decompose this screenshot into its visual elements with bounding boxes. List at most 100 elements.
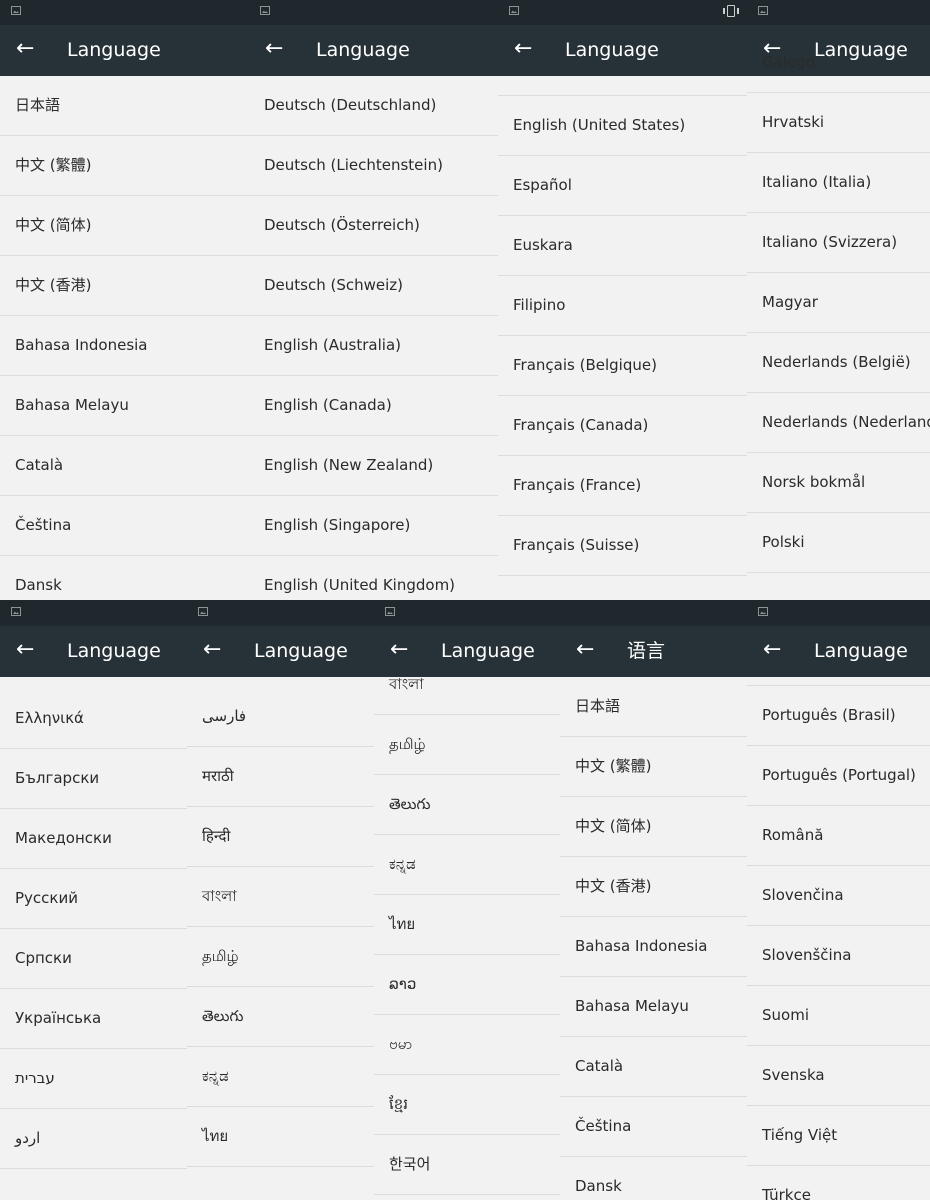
language-label: Galego <box>762 53 815 71</box>
language-item[interactable]: தமிழ் <box>187 927 374 987</box>
language-label: 中文 (繁體) <box>15 156 92 174</box>
language-item[interactable]: Deutsch (Deutschland) <box>249 76 498 136</box>
language-item[interactable]: Svenska <box>747 1046 930 1106</box>
language-item[interactable]: Português (Brasil) <box>747 686 930 746</box>
language-item[interactable]: فارسی <box>187 687 374 747</box>
language-label: اردو <box>15 1129 41 1147</box>
language-label: Русский <box>15 889 78 907</box>
language-item[interactable]: 中文 (简体) <box>0 196 249 256</box>
back-arrow-icon[interactable]: ← <box>16 36 34 62</box>
back-arrow-icon[interactable]: ← <box>16 637 34 663</box>
language-item[interactable]: ಕನ್ನಡ <box>187 1047 374 1107</box>
language-item[interactable]: తెలుగు <box>187 987 374 1047</box>
language-label: Português (Brasil) <box>762 706 896 724</box>
language-item[interactable]: Dansk <box>560 1157 747 1200</box>
language-item[interactable]: Русский <box>0 869 187 929</box>
language-item[interactable]: Filipino <box>498 276 747 336</box>
language-item[interactable]: Português (Portugal) <box>747 746 930 806</box>
language-item[interactable]: Polski <box>747 513 930 573</box>
language-item[interactable]: 中文 (香港) <box>0 256 249 316</box>
language-item[interactable]: Français (Suisse) <box>498 516 747 576</box>
language-item[interactable]: Italiano (Svizzera) <box>747 213 930 273</box>
language-label: हिन्दी <box>202 827 231 845</box>
language-item[interactable]: Euskara <box>498 216 747 276</box>
language-item[interactable]: ಕನ್ನಡ <box>374 835 560 895</box>
language-item[interactable]: English (United Kingdom) <box>249 556 498 600</box>
language-item[interactable]: Македонски <box>0 809 187 869</box>
language-item[interactable]: Български <box>0 749 187 809</box>
language-item[interactable]: ไทย <box>187 1107 374 1167</box>
language-item[interactable]: 日本語 <box>0 76 249 136</box>
back-arrow-icon[interactable]: ← <box>265 36 283 62</box>
language-item[interactable]: Français (Belgique) <box>498 336 747 396</box>
language-item[interactable] <box>747 626 930 686</box>
language-item[interactable]: Čeština <box>0 496 249 556</box>
language-item[interactable]: اردو <box>0 1109 187 1169</box>
language-item[interactable]: Français (France) <box>498 456 747 516</box>
status-bar <box>249 0 498 25</box>
language-item[interactable]: Català <box>560 1037 747 1097</box>
language-item[interactable]: ລາວ <box>374 955 560 1015</box>
language-item[interactable]: Hrvatski <box>747 93 930 153</box>
language-item[interactable]: Català <box>0 436 249 496</box>
language-label: Nederlands (Nederland) <box>762 413 930 431</box>
language-item[interactable]: Bahasa Indonesia <box>0 316 249 376</box>
language-item[interactable]: ខ្មែរ <box>374 1075 560 1135</box>
language-item[interactable]: English (Canada) <box>249 376 498 436</box>
language-item[interactable]: 한국어 <box>374 1135 560 1195</box>
language-item[interactable]: 中文 (繁體) <box>560 737 747 797</box>
language-item[interactable]: मराठी <box>187 747 374 807</box>
language-item[interactable]: 中文 (繁體) <box>0 136 249 196</box>
language-label: తెలుగు <box>202 1007 244 1025</box>
language-item[interactable]: Deutsch (Liechtenstein) <box>249 136 498 196</box>
language-item[interactable] <box>498 36 747 96</box>
language-item[interactable]: Nederlands (Nederland) <box>747 393 930 453</box>
language-item[interactable]: Français (Canada) <box>498 396 747 456</box>
language-item[interactable]: Türkçe <box>747 1166 930 1200</box>
language-item[interactable]: 日本語 <box>560 677 747 737</box>
language-item[interactable]: Čeština <box>560 1097 747 1157</box>
language-item[interactable]: Română <box>747 806 930 866</box>
language-label: 日本語 <box>15 96 61 114</box>
language-item[interactable]: Slovenčina <box>747 866 930 926</box>
language-item[interactable]: Bahasa Indonesia <box>560 917 747 977</box>
language-item[interactable]: தமிழ் <box>374 715 560 775</box>
language-label: 中文 (简体) <box>15 216 92 234</box>
language-item[interactable]: Bahasa Melayu <box>0 376 249 436</box>
language-item[interactable]: Dansk <box>0 556 249 600</box>
language-item[interactable]: తెలుగు <box>374 775 560 835</box>
language-item[interactable]: Tiếng Việt <box>747 1106 930 1166</box>
language-item[interactable]: Galego <box>747 33 930 93</box>
language-item[interactable]: Српски <box>0 929 187 989</box>
language-item[interactable]: हिन्दी <box>187 807 374 867</box>
language-item[interactable]: Suomi <box>747 986 930 1046</box>
back-arrow-icon[interactable]: ← <box>203 637 221 663</box>
back-arrow-icon[interactable]: ← <box>576 637 594 663</box>
language-item[interactable]: Italiano (Italia) <box>747 153 930 213</box>
page-title: Language <box>67 39 161 61</box>
language-item[interactable]: ဗမာ <box>374 1015 560 1075</box>
language-item[interactable]: English (New Zealand) <box>249 436 498 496</box>
language-item[interactable]: Bahasa Melayu <box>560 977 747 1037</box>
status-bar <box>0 0 249 25</box>
language-item[interactable]: Nederlands (België) <box>747 333 930 393</box>
language-item[interactable]: Norsk bokmål <box>747 453 930 513</box>
language-item[interactable]: 中文 (简体) <box>560 797 747 857</box>
language-item[interactable]: Ελληνικά <box>0 689 187 749</box>
language-item[interactable]: Español <box>498 156 747 216</box>
language-item[interactable]: Deutsch (Österreich) <box>249 196 498 256</box>
language-label: Español <box>513 176 572 194</box>
language-item[interactable]: English (Australia) <box>249 316 498 376</box>
language-item[interactable]: বাংলা <box>187 867 374 927</box>
language-item[interactable]: ไทย <box>374 895 560 955</box>
language-item[interactable]: Magyar <box>747 273 930 333</box>
language-item[interactable]: Deutsch (Schweiz) <box>249 256 498 316</box>
language-item[interactable]: English (United States) <box>498 96 747 156</box>
language-item[interactable]: Українська <box>0 989 187 1049</box>
language-item[interactable]: עברית <box>0 1049 187 1109</box>
language-item[interactable]: English (Singapore) <box>249 496 498 556</box>
language-item[interactable]: Slovenščina <box>747 926 930 986</box>
language-item[interactable]: বাংলা <box>374 655 560 715</box>
image-icon <box>758 6 768 15</box>
language-item[interactable]: 中文 (香港) <box>560 857 747 917</box>
